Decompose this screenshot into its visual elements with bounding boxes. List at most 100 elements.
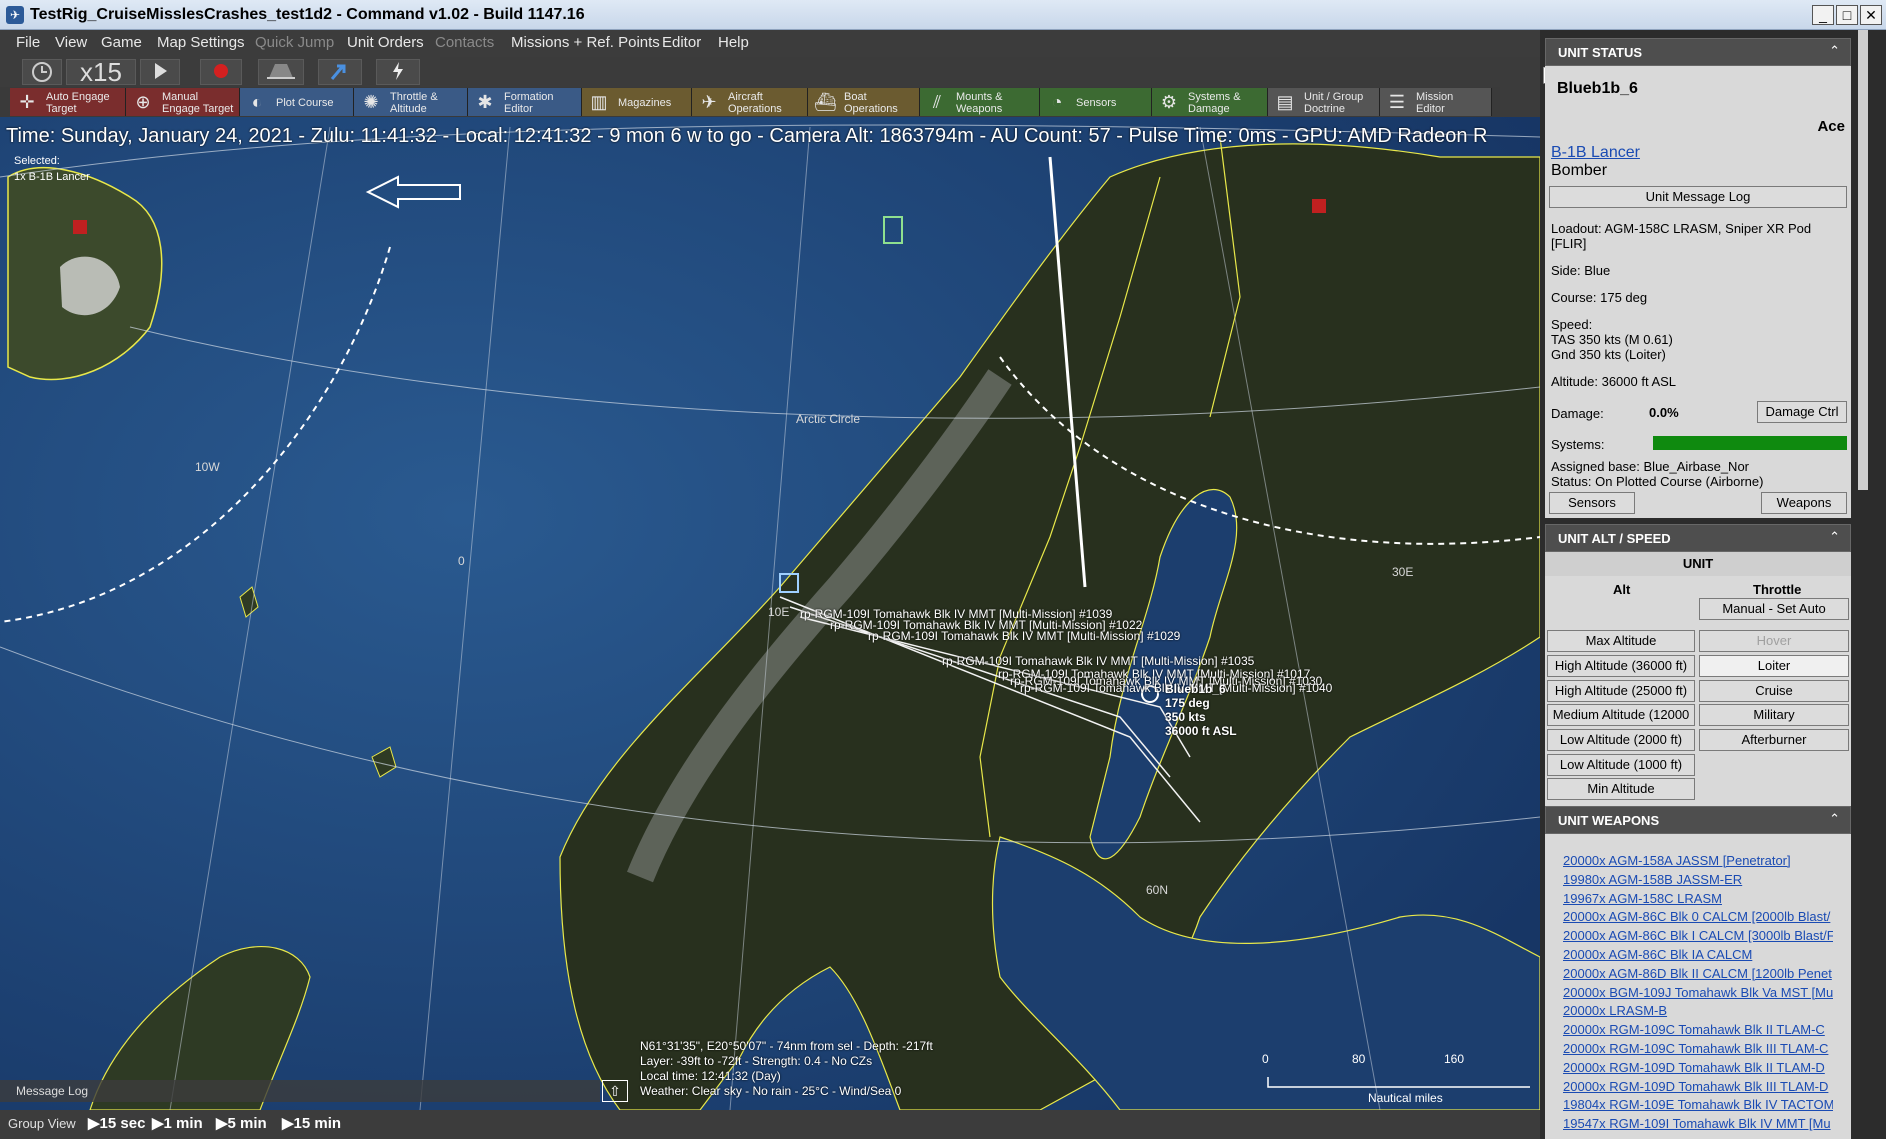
- map-info-bar: Time: Sunday, January 24, 2021 - Zulu: 1…: [6, 125, 1488, 147]
- chevron-up-icon[interactable]: ⌃: [1829, 811, 1840, 827]
- manual-set-auto-button[interactable]: Manual - Set Auto: [1699, 598, 1849, 620]
- alt-min-button[interactable]: Min Altitude: [1547, 778, 1695, 800]
- tool-aircraft-ops[interactable]: ✈ Aircraft Operations: [692, 88, 808, 116]
- compass-icon: ◐: [251, 92, 263, 112]
- record-button[interactable]: [200, 59, 242, 85]
- maximize-button[interactable]: □: [1836, 5, 1858, 25]
- weapon-item[interactable]: 20000x RGM-109C Tomahawk Blk II TLAM-C: [1563, 1021, 1833, 1040]
- unit-message-log-button[interactable]: Unit Message Log: [1549, 186, 1847, 208]
- tool-sensors[interactable]: ◔ Sensors: [1040, 88, 1152, 116]
- command-toolbar: ✛ Auto Engage Target ⊕ Manual Engage Tar…: [0, 87, 1500, 117]
- weapon-item[interactable]: 20000x RGM-109D Tomahawk Blk II TLAM-D: [1563, 1059, 1833, 1078]
- throttle-hover-button[interactable]: Hover: [1699, 630, 1849, 652]
- tool-doctrine[interactable]: ▤ Unit / Group Doctrine: [1268, 88, 1380, 116]
- tool-mounts-weapons[interactable]: ⫽ Mounts & Weapons: [920, 88, 1040, 116]
- group-view-label[interactable]: Group View: [8, 1116, 76, 1131]
- lon-10w-label: 10W: [195, 460, 220, 474]
- tool-boat-ops[interactable]: ⛴ Boat Operations: [808, 88, 920, 116]
- runway-button[interactable]: [258, 59, 304, 85]
- tool-manual-engage[interactable]: ⊕ Manual Engage Target: [126, 88, 240, 116]
- tool-formation-editor[interactable]: ✱ Formation Editor: [468, 88, 582, 116]
- track-label[interactable]: rp-RGM-109I Tomahawk Blk IV MMT [Multi-M…: [942, 654, 1254, 668]
- weapon-item[interactable]: 19547x RGM-109I Tomahawk Blk IV MMT [Mu: [1563, 1115, 1833, 1134]
- weapon-item[interactable]: 20000x AGM-86C Blk I CALCM [3000lb Blast…: [1563, 927, 1833, 946]
- mission-icon: ☰: [1388, 92, 1406, 112]
- weapon-item[interactable]: 20000x AGM-158A JASSM [Penetrator]: [1563, 852, 1833, 871]
- boat-icon: ⛴: [814, 92, 837, 112]
- weapon-item[interactable]: 19967x AGM-158C LRASM: [1563, 890, 1833, 909]
- speed-5min[interactable]: ▶5 min: [216, 1114, 267, 1132]
- menu-view[interactable]: View: [55, 34, 87, 51]
- panel-scrollbar[interactable]: [1858, 30, 1868, 490]
- enemy-base-icon[interactable]: [73, 220, 87, 234]
- weapon-item[interactable]: 20000x AGM-86D Blk II CALCM [1200lb Pene…: [1563, 965, 1833, 984]
- menu-file[interactable]: File: [16, 34, 40, 51]
- menu-unit-orders[interactable]: Unit Orders: [347, 34, 424, 51]
- weapon-item[interactable]: 19980x AGM-158B JASSM-ER: [1563, 871, 1833, 890]
- alt-high-25000-button[interactable]: High Altitude (25000 ft): [1547, 680, 1695, 702]
- throttle-military-button[interactable]: Military: [1699, 704, 1849, 726]
- chevron-up-icon[interactable]: ⌃: [1829, 43, 1840, 59]
- chevron-up-icon[interactable]: ⌃: [1829, 529, 1840, 545]
- sensors-button[interactable]: Sensors: [1549, 492, 1635, 514]
- tool-throttle-altitude[interactable]: ✺ Throttle & Altitude: [354, 88, 468, 116]
- minimize-button[interactable]: _: [1812, 5, 1834, 25]
- alt-high-36000-button[interactable]: High Altitude (36000 ft): [1547, 655, 1695, 677]
- menu-help[interactable]: Help: [718, 34, 749, 51]
- speed-15min[interactable]: ▶15 min: [282, 1114, 341, 1132]
- speed-label: Speed:: [1551, 317, 1593, 332]
- menu-contacts[interactable]: Contacts: [435, 34, 494, 51]
- speed-1min[interactable]: ▶1 min: [152, 1114, 203, 1132]
- menu-game[interactable]: Game: [101, 34, 142, 51]
- weapon-item[interactable]: 20000x AGM-86C Blk IA CALCM: [1563, 946, 1833, 965]
- weapon-item[interactable]: 20000x LRASM-B: [1563, 1002, 1833, 1021]
- expand-up-icon[interactable]: ⇧: [602, 1080, 628, 1102]
- selected-unit-tag[interactable]: Blueb1b_6 175 deg 350 kts 36000 ft ASL: [1165, 682, 1237, 738]
- tool-magazines[interactable]: ▥ Magazines: [582, 88, 692, 116]
- unit-status-header[interactable]: UNIT STATUS ⌃: [1545, 38, 1851, 66]
- unit-toggle-bar[interactable]: UNIT: [1545, 552, 1851, 576]
- weapon-item[interactable]: 20000x AGM-86C Blk 0 CALCM [2000lb Blast…: [1563, 908, 1833, 927]
- clock-button[interactable]: [22, 59, 62, 85]
- time-compression[interactable]: x15: [66, 59, 136, 85]
- gear-icon: ⚙: [1160, 92, 1178, 112]
- menu-map-settings[interactable]: Map Settings: [157, 34, 245, 51]
- menu-quick-jump[interactable]: Quick Jump: [255, 34, 334, 51]
- message-log-bar[interactable]: Message Log: [0, 1080, 600, 1102]
- alt-speed-body: UNIT Alt Throttle Manual - Set Auto Max …: [1545, 552, 1851, 808]
- map-view[interactable]: Time: Sunday, January 24, 2021 - Zulu: 1…: [0, 117, 1540, 1110]
- app-icon: ✈: [6, 6, 24, 24]
- damage-ctrl-button[interactable]: Damage Ctrl: [1757, 401, 1847, 423]
- tool-plot-course[interactable]: ◐ Plot Course: [240, 88, 354, 116]
- play-button[interactable]: [140, 59, 180, 85]
- unit-class-link[interactable]: B-1B Lancer: [1551, 144, 1640, 162]
- tool-systems-damage[interactable]: ⚙ Systems & Damage: [1152, 88, 1268, 116]
- unit-weapons-header[interactable]: UNIT WEAPONS ⌃: [1545, 806, 1851, 834]
- enemy-base-icon[interactable]: [1312, 199, 1326, 213]
- weapon-item[interactable]: 20000x BGM-109J Tomahawk Blk Va MST [Mu: [1563, 984, 1833, 1003]
- redirect-button[interactable]: [318, 59, 362, 85]
- throttle-afterburner-button[interactable]: Afterburner: [1699, 729, 1849, 751]
- damage-value: 0.0%: [1649, 405, 1679, 420]
- weapon-item[interactable]: 20000x RGM-109D Tomahawk Blk III TLAM-D: [1563, 1078, 1833, 1097]
- tool-auto-engage[interactable]: ✛ Auto Engage Target: [10, 88, 126, 116]
- weapons-button[interactable]: Weapons: [1761, 492, 1847, 514]
- throttle-loiter-button[interactable]: Loiter: [1699, 655, 1849, 677]
- menu-editor[interactable]: Editor: [662, 34, 701, 51]
- alt-medium-button[interactable]: Medium Altitude (12000: [1547, 704, 1695, 726]
- speed-15sec[interactable]: ▶15 sec: [88, 1114, 145, 1132]
- alt-speed-header[interactable]: UNIT ALT / SPEED ⌃: [1545, 524, 1851, 552]
- throttle-column-label: Throttle: [1753, 582, 1802, 597]
- lon-10e-label: 10E: [768, 605, 790, 619]
- weapon-item[interactable]: 19804x RGM-109E Tomahawk Blk IV TACTOM: [1563, 1096, 1833, 1115]
- weapon-item[interactable]: 20000x RGM-109C Tomahawk Blk III TLAM-C: [1563, 1040, 1833, 1059]
- track-label[interactable]: rp-RGM-109I Tomahawk Blk IV MMT [Multi-M…: [868, 629, 1180, 643]
- quick-strike-button[interactable]: [376, 59, 420, 85]
- throttle-cruise-button[interactable]: Cruise: [1699, 680, 1849, 702]
- alt-low-2000-button[interactable]: Low Altitude (2000 ft): [1547, 729, 1695, 751]
- close-button[interactable]: ✕: [1860, 5, 1882, 25]
- alt-max-button[interactable]: Max Altitude: [1547, 630, 1695, 652]
- tool-mission-editor[interactable]: ☰ Mission Editor: [1380, 88, 1492, 116]
- menu-missions[interactable]: Missions + Ref. Points: [511, 34, 660, 51]
- alt-low-1000-button[interactable]: Low Altitude (1000 ft): [1547, 754, 1695, 776]
